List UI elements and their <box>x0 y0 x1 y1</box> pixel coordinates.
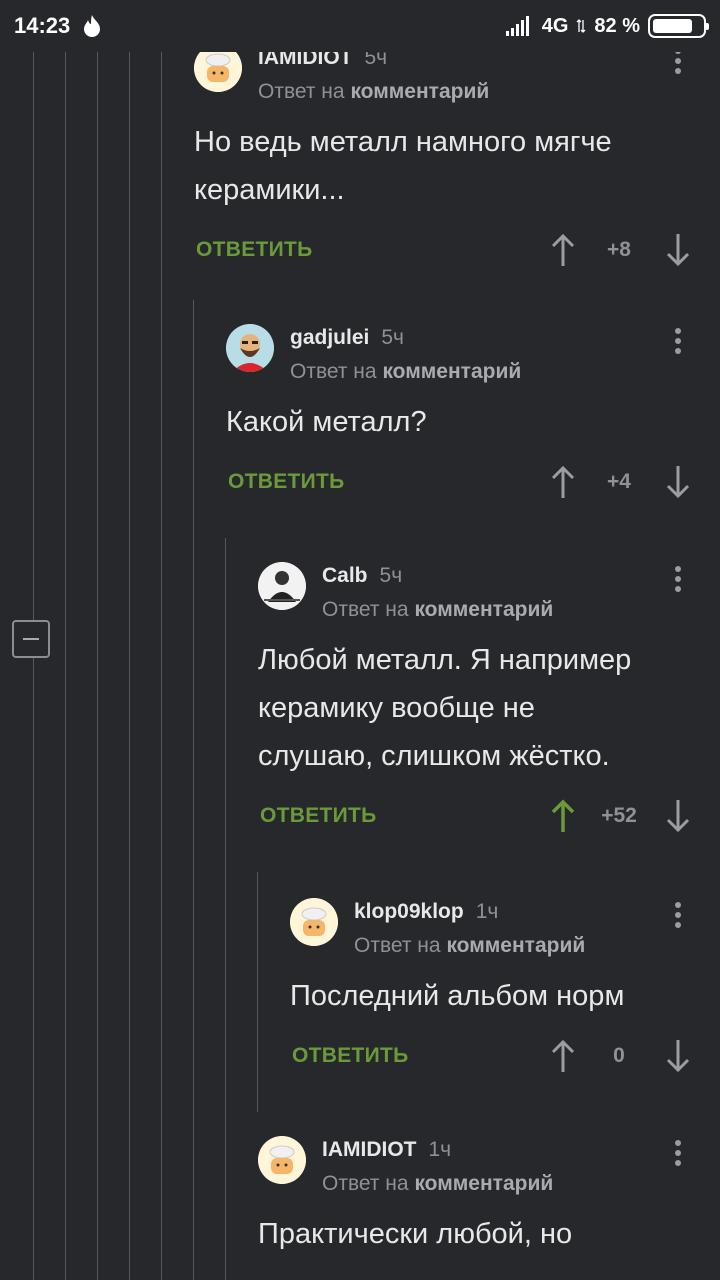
downvote-icon[interactable] <box>663 1036 693 1076</box>
reply-to-link[interactable]: комментарий <box>414 1172 553 1195</box>
upvote-icon[interactable] <box>548 796 578 836</box>
data-activity-icon <box>576 19 586 33</box>
status-bar: 14:23 4G 82 % <box>0 0 720 52</box>
comment-score: +4 <box>607 470 631 493</box>
flame-icon <box>84 15 101 37</box>
thread-line <box>161 52 162 1280</box>
comment-time: 1ч <box>428 1138 452 1161</box>
avatar[interactable] <box>226 324 274 372</box>
upvote-icon[interactable] <box>548 462 578 502</box>
battery-percent: 82 % <box>594 14 640 37</box>
signal-icon <box>505 16 529 36</box>
reply-button[interactable]: ОТВЕТИТЬ <box>228 470 345 494</box>
comment-text: Какой металл? <box>226 406 427 438</box>
comment: klop09klop 1ч Ответ на комментарий Послед… <box>290 890 720 1084</box>
battery-icon <box>648 14 709 38</box>
comment: IAMIDIOT 1ч Ответ на комментарий Практиче… <box>258 1128 720 1258</box>
upvote-icon[interactable] <box>548 230 578 270</box>
username[interactable]: IAMIDIOT 1ч <box>322 1138 451 1162</box>
status-time: 14:23 <box>14 13 71 38</box>
downvote-icon[interactable] <box>663 796 693 836</box>
avatar[interactable] <box>290 898 338 946</box>
comment-time: 1ч <box>475 900 499 923</box>
reply-to: Ответ на комментарий <box>290 360 522 383</box>
comment-score: +8 <box>607 238 631 261</box>
upvote-icon[interactable] <box>548 1036 578 1076</box>
comment-score: 0 <box>613 1044 625 1067</box>
thread-line <box>129 52 130 1280</box>
comment: Calb 5ч Ответ на комментарий Любой металл… <box>258 554 720 844</box>
collapse-thread-button[interactable] <box>12 620 50 658</box>
thread-line <box>225 538 226 1280</box>
comment-text: Практически любой, но <box>258 1218 573 1250</box>
comment-score: +52 <box>601 804 637 827</box>
reply-to: Ответ на комментарий <box>322 1172 554 1195</box>
more-icon[interactable] <box>675 1140 681 1170</box>
downvote-icon[interactable] <box>663 462 693 502</box>
reply-to-link[interactable]: комментарий <box>382 360 521 383</box>
reply-to: Ответ на комментарий <box>354 934 586 957</box>
username[interactable]: gadjulei 5ч <box>290 326 404 350</box>
reply-to-link[interactable]: комментарий <box>446 934 585 957</box>
reply-to-link[interactable]: комментарий <box>350 80 489 103</box>
thread-line <box>257 872 258 1112</box>
network-type: 4G <box>541 14 569 37</box>
more-icon[interactable] <box>675 902 681 932</box>
comment: IAMIDIOT 5ч Ответ на комментарий Но ведь … <box>194 36 720 278</box>
more-icon[interactable] <box>675 48 681 78</box>
reply-button[interactable]: ОТВЕТИТЬ <box>196 238 313 262</box>
reply-to: Ответ на комментарий <box>322 598 554 621</box>
reply-button[interactable]: ОТВЕТИТЬ <box>292 1044 409 1068</box>
thread-line <box>65 52 66 1280</box>
comment-time: 5ч <box>381 326 404 349</box>
reply-to-link[interactable]: комментарий <box>414 598 553 621</box>
reply-to: Ответ на комментарий <box>258 80 490 103</box>
comment-text: Последний альбом норм <box>290 980 625 1012</box>
comment: gadjulei 5ч Ответ на комментарий Какой ме… <box>226 316 720 510</box>
thread-line <box>97 52 98 1280</box>
comment-text: Но ведь металл намного мягче керамики... <box>194 126 612 206</box>
more-icon[interactable] <box>675 328 681 358</box>
thread-line <box>33 52 34 1280</box>
more-icon[interactable] <box>675 566 681 596</box>
downvote-icon[interactable] <box>663 230 693 270</box>
avatar[interactable] <box>258 562 306 610</box>
avatar[interactable] <box>258 1136 306 1184</box>
username[interactable]: klop09klop 1ч <box>354 900 498 924</box>
reply-button[interactable]: ОТВЕТИТЬ <box>260 804 377 828</box>
comment-time: 5ч <box>379 564 403 587</box>
thread-line <box>193 300 194 1280</box>
username[interactable]: Calb 5ч <box>322 564 402 588</box>
comment-text: Любой металл. Я например керамику вообще… <box>258 644 632 772</box>
